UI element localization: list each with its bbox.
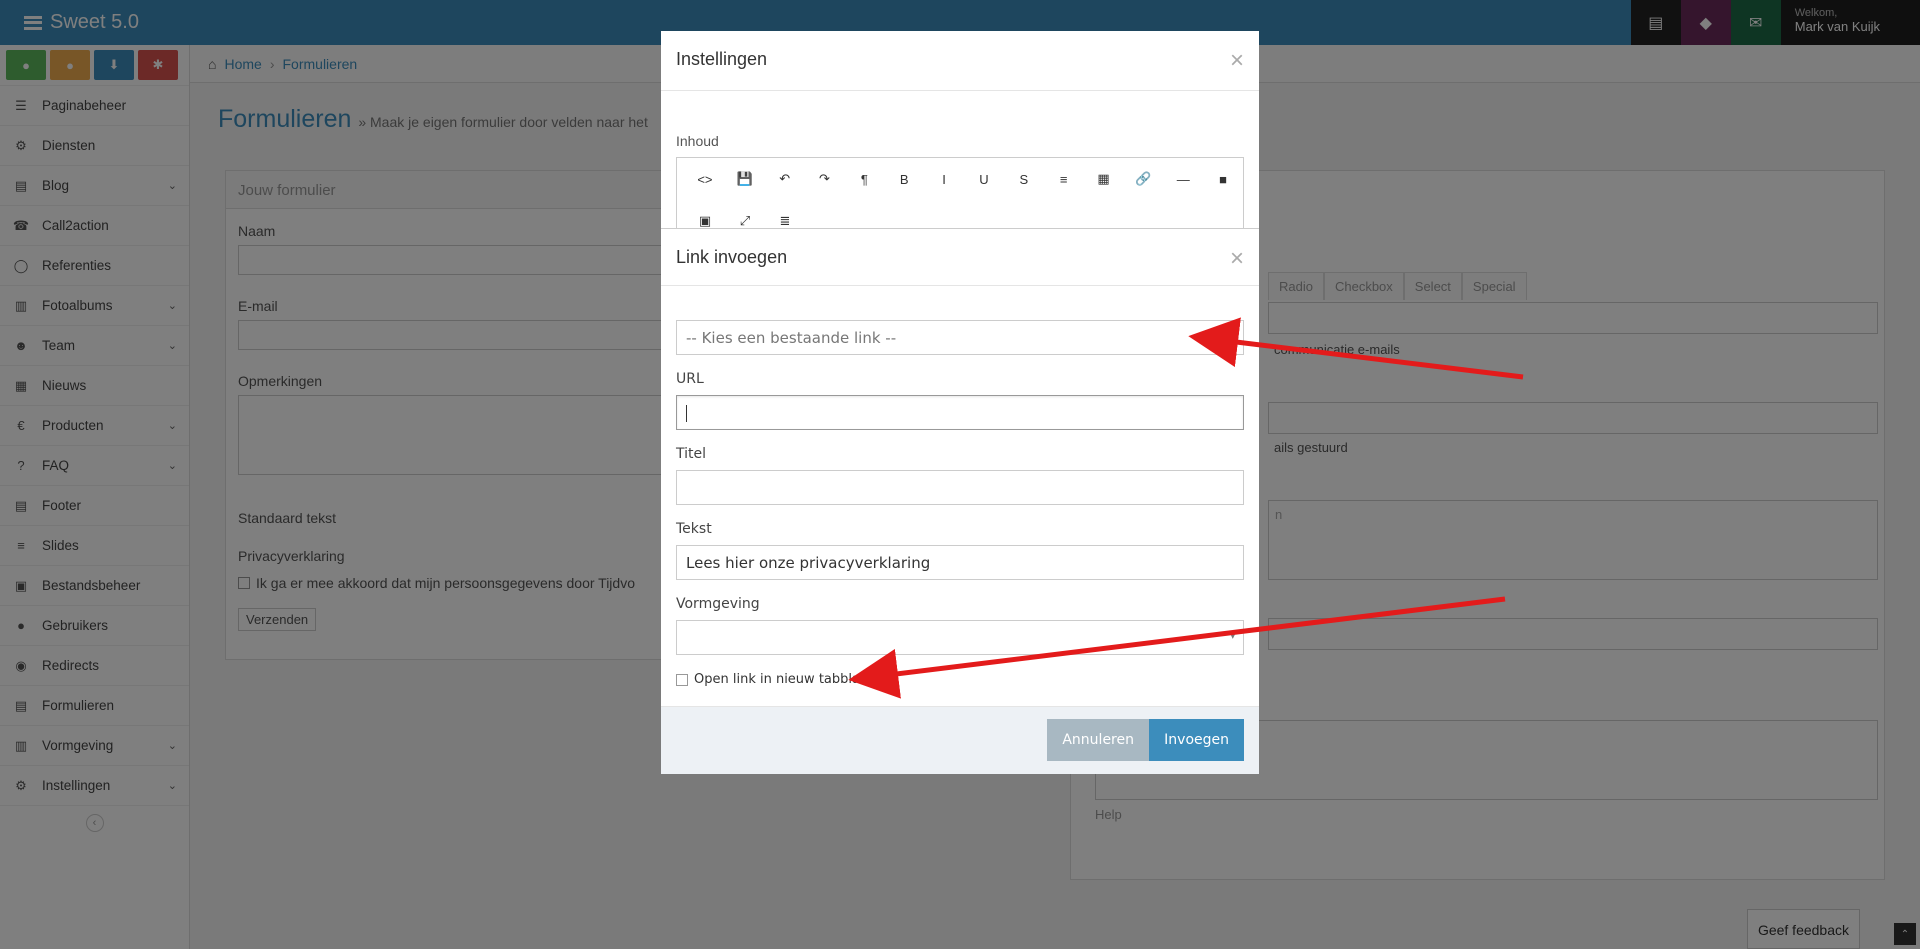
bold-icon[interactable]: B bbox=[884, 172, 924, 187]
strikethrough-icon[interactable]: S bbox=[1004, 172, 1044, 187]
text-input[interactable]: Lees hier onze privacyverklaring bbox=[676, 545, 1244, 580]
existing-link-placeholder: -- Kies een bestaande link -- bbox=[686, 329, 897, 347]
toolbar-row-1: <> 💾 ↶ ↷ ¶ B I U S ≡ ▦ 🔗 — ■ bbox=[677, 158, 1243, 200]
new-tab-option[interactable]: Open link in nieuw tabblad bbox=[676, 672, 868, 687]
undo-icon[interactable]: ↶ bbox=[765, 171, 805, 187]
link-icon[interactable]: 🔗 bbox=[1123, 171, 1163, 187]
settings-modal-title: Instellingen bbox=[676, 49, 768, 69]
insert-button[interactable]: Invoegen bbox=[1149, 719, 1244, 761]
link-modal-header: Link invoegen × bbox=[661, 229, 1259, 286]
underline-icon[interactable]: U bbox=[964, 172, 1004, 187]
link-modal-title: Link invoegen bbox=[676, 247, 788, 267]
title-input[interactable] bbox=[676, 470, 1244, 505]
save-icon[interactable]: 💾 bbox=[725, 171, 765, 187]
settings-modal: Instellingen × Inhoud <> 💾 ↶ ↷ ¶ B I U S ≡ ▦ 🔗 — ■ ▣ ⤢… bbox=[661, 31, 1259, 237]
editor-toolbar: <> 💾 ↶ ↷ ¶ B I U S ≡ ▦ 🔗 — ■ ▣ ⤢ ≣ bbox=[676, 157, 1244, 237]
text-value: Lees hier onze privacyverklaring bbox=[686, 554, 931, 572]
style-select[interactable]: ▾ bbox=[676, 620, 1244, 655]
horizontal-rule-icon[interactable]: — bbox=[1163, 172, 1203, 187]
existing-link-select[interactable]: -- Kies een bestaande link -- bbox=[676, 320, 1244, 355]
link-modal: Link invoegen × -- Kies een bestaande li… bbox=[661, 228, 1259, 774]
video-icon[interactable]: ■ bbox=[1203, 172, 1243, 187]
image-icon[interactable]: ▣ bbox=[685, 213, 725, 229]
redo-icon[interactable]: ↷ bbox=[805, 171, 845, 187]
settings-modal-header: Instellingen × bbox=[661, 31, 1259, 91]
text-label: Tekst bbox=[676, 521, 712, 537]
new-tab-checkbox[interactable] bbox=[676, 673, 688, 686]
paragraph-icon[interactable]: ¶ bbox=[844, 172, 884, 187]
url-input[interactable] bbox=[676, 395, 1244, 430]
text-caret bbox=[686, 405, 687, 422]
content-label: Inhoud bbox=[676, 133, 719, 149]
code-view-icon[interactable]: <> bbox=[685, 172, 725, 187]
settings-close-icon[interactable]: × bbox=[1230, 49, 1244, 73]
new-tab-label: Open link in nieuw tabblad bbox=[694, 672, 869, 687]
link-modal-footer: Annuleren Invoegen bbox=[661, 706, 1259, 774]
italic-icon[interactable]: I bbox=[924, 172, 964, 187]
table-icon[interactable]: ▦ bbox=[1084, 171, 1124, 187]
cancel-button[interactable]: Annuleren bbox=[1047, 719, 1149, 761]
url-label: URL bbox=[676, 371, 704, 387]
align-icon[interactable]: ≣ bbox=[765, 213, 805, 229]
list-icon[interactable]: ≡ bbox=[1044, 172, 1084, 187]
link-close-icon[interactable]: × bbox=[1230, 247, 1244, 271]
style-label: Vormgeving bbox=[676, 596, 760, 612]
title-label: Titel bbox=[676, 446, 707, 462]
caret-down-icon: ▾ bbox=[1230, 632, 1235, 642]
fullscreen-icon[interactable]: ⤢ bbox=[725, 213, 765, 229]
